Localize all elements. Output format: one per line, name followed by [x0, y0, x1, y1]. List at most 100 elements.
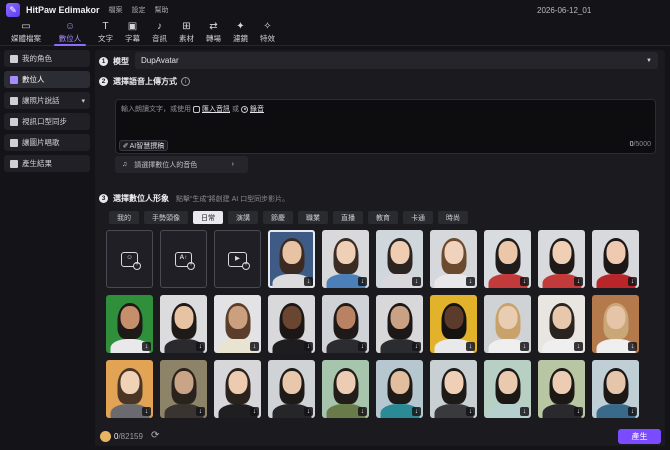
avatar-tile[interactable]: ↓ — [484, 360, 531, 418]
add-photo-tile[interactable]: ☺ + — [106, 230, 153, 288]
download-icon[interactable]: ↓ — [628, 342, 637, 351]
avatar-tile[interactable]: ↓ — [592, 360, 639, 418]
tool-digital-human[interactable]: ☺ 數位人 — [48, 20, 92, 46]
category-tab[interactable]: 教育 — [368, 211, 398, 224]
sidebar-item-digital-human[interactable]: 數位人 — [4, 71, 90, 88]
avatar-tile[interactable]: ↓ — [484, 230, 531, 288]
import-audio-link[interactable]: 匯入音訊 — [202, 104, 230, 114]
avatar-tile[interactable]: ↓ — [376, 360, 423, 418]
menu-file[interactable]: 檔案 — [109, 5, 123, 15]
avatar-tile[interactable]: ↓ — [592, 230, 639, 288]
avatar-tile[interactable]: ↓ — [538, 230, 585, 288]
download-icon[interactable]: ↓ — [466, 342, 475, 351]
category-tab[interactable]: 時尚 — [438, 211, 468, 224]
avatar-tile[interactable]: ↓ — [592, 295, 639, 353]
download-icon[interactable]: ↓ — [250, 342, 259, 351]
avatar-tile[interactable]: ↓ — [322, 230, 369, 288]
avatar-tile[interactable]: ↓ — [268, 230, 315, 288]
avatar-tile[interactable]: ↓ — [538, 295, 585, 353]
category-tab-active[interactable]: 日常 — [193, 211, 223, 224]
download-icon[interactable]: ↓ — [466, 407, 475, 416]
download-icon[interactable]: ↓ — [358, 277, 367, 286]
avatar-tile[interactable]: ↓ — [322, 295, 369, 353]
download-icon[interactable]: ↓ — [520, 342, 529, 351]
avatar-tile[interactable]: ↓ — [106, 360, 153, 418]
download-icon[interactable]: ↓ — [196, 342, 205, 351]
download-icon[interactable]: ↓ — [196, 407, 205, 416]
category-tab[interactable]: 節慶 — [263, 211, 293, 224]
download-icon[interactable]: ↓ — [574, 407, 583, 416]
download-icon[interactable]: ↓ — [304, 277, 313, 286]
add-video-tile[interactable]: ▶ + — [214, 230, 261, 288]
avatar-tile[interactable]: ↓ — [376, 295, 423, 353]
sidebar-item-lip-sync[interactable]: 視訊口型同步 — [4, 113, 90, 130]
avatar-tile[interactable]: ↓ — [160, 360, 207, 418]
tool-media-files[interactable]: ▭ 媒體檔案 — [4, 20, 48, 45]
download-icon[interactable]: ↓ — [304, 407, 313, 416]
download-icon[interactable]: ↓ — [628, 407, 637, 416]
avatar-face — [552, 371, 571, 394]
download-icon[interactable]: ↓ — [142, 342, 151, 351]
category-tab[interactable]: 演講 — [228, 211, 258, 224]
voice-selector[interactable]: ♫ 請選擇數位人的音色 › — [115, 156, 248, 173]
avatar-tile[interactable]: ↓ — [268, 295, 315, 353]
category-tab[interactable]: 直播 — [333, 211, 363, 224]
tool-filter[interactable]: ✦ 濾鏡 — [227, 20, 254, 45]
info-icon[interactable]: i — [181, 77, 190, 86]
avatar-tile[interactable]: ↓ — [106, 295, 153, 353]
tool-assets[interactable]: ⊞ 素材 — [173, 20, 200, 45]
avatar-tile[interactable]: ↓ — [214, 360, 261, 418]
download-icon[interactable]: ↓ — [358, 342, 367, 351]
avatar-tile[interactable]: ↓ — [268, 360, 315, 418]
download-icon[interactable]: ↓ — [466, 277, 475, 286]
download-icon[interactable]: ↓ — [628, 277, 637, 286]
avatar-tile[interactable]: ↓ — [376, 230, 423, 288]
download-icon[interactable]: ↓ — [520, 407, 529, 416]
tool-subtitle[interactable]: ▣ 字幕 — [119, 20, 146, 45]
category-tab[interactable]: 手勢頭像 — [144, 211, 188, 224]
sidebar-item-results[interactable]: 產生結果 — [4, 155, 90, 172]
avatar-tile[interactable]: ↓ — [214, 295, 261, 353]
tool-effects[interactable]: ✧ 特效 — [254, 20, 281, 45]
download-icon[interactable]: ↓ — [574, 277, 583, 286]
sidebar-item-label: 讓照片說話 — [22, 96, 60, 105]
menu-settings[interactable]: 設定 — [132, 5, 146, 15]
download-icon[interactable]: ↓ — [412, 407, 421, 416]
avatar-face — [444, 306, 463, 329]
menu-help[interactable]: 幫助 — [155, 5, 169, 15]
download-icon[interactable]: ↓ — [412, 277, 421, 286]
script-textarea[interactable]: 輸入朗讀文字，或使用 匯入音訊 或 錄音 ✐ AI智慧撰稿 0/5000 — [115, 99, 656, 154]
category-tab[interactable]: 職業 — [298, 211, 328, 224]
avatar-tile[interactable]: ↓ — [430, 295, 477, 353]
refresh-icon[interactable]: ⟳ — [151, 430, 159, 441]
category-tab[interactable]: 我的 — [109, 211, 139, 224]
avatar-tile[interactable]: ↓ — [322, 360, 369, 418]
download-icon[interactable]: ↓ — [304, 342, 313, 351]
download-icon[interactable]: ↓ — [412, 342, 421, 351]
download-icon[interactable]: ↓ — [574, 342, 583, 351]
chevron-right-icon: › — [231, 161, 234, 168]
avatar-tile[interactable]: ↓ — [160, 295, 207, 353]
download-icon[interactable]: ↓ — [250, 407, 259, 416]
add-ai-tile[interactable]: A↑ + — [160, 230, 207, 288]
generate-button[interactable]: 產生 — [618, 429, 661, 444]
download-icon[interactable]: ↓ — [142, 407, 151, 416]
record-link[interactable]: 錄音 — [250, 104, 264, 114]
step-number: 2 — [99, 77, 108, 86]
category-tab[interactable]: 卡通 — [403, 211, 433, 224]
ai-script-button[interactable]: ✐ AI智慧撰稿 — [119, 140, 168, 151]
download-icon[interactable]: ↓ — [358, 407, 367, 416]
model-dropdown[interactable]: DupAvatar ▼ — [135, 52, 658, 69]
avatar-tile[interactable]: ↓ — [484, 295, 531, 353]
sidebar-item-image-sing[interactable]: 讓圖片唱歌 — [4, 134, 90, 151]
avatar-tile[interactable]: ↓ — [538, 360, 585, 418]
chevron-down-icon: ▼ — [646, 57, 652, 64]
avatar-tile[interactable]: ↓ — [430, 360, 477, 418]
avatar-tile[interactable]: ↓ — [430, 230, 477, 288]
sidebar-item-talking-photo[interactable]: 讓照片說話 ▾ — [4, 92, 90, 109]
tool-transition[interactable]: ⇄ 轉場 — [200, 20, 227, 45]
tool-text[interactable]: T 文字 — [92, 20, 119, 45]
download-icon[interactable]: ↓ — [520, 277, 529, 286]
sidebar-item-my-characters[interactable]: 我的角色 — [4, 50, 90, 67]
tool-audio[interactable]: ♪ 音訊 — [146, 20, 173, 45]
